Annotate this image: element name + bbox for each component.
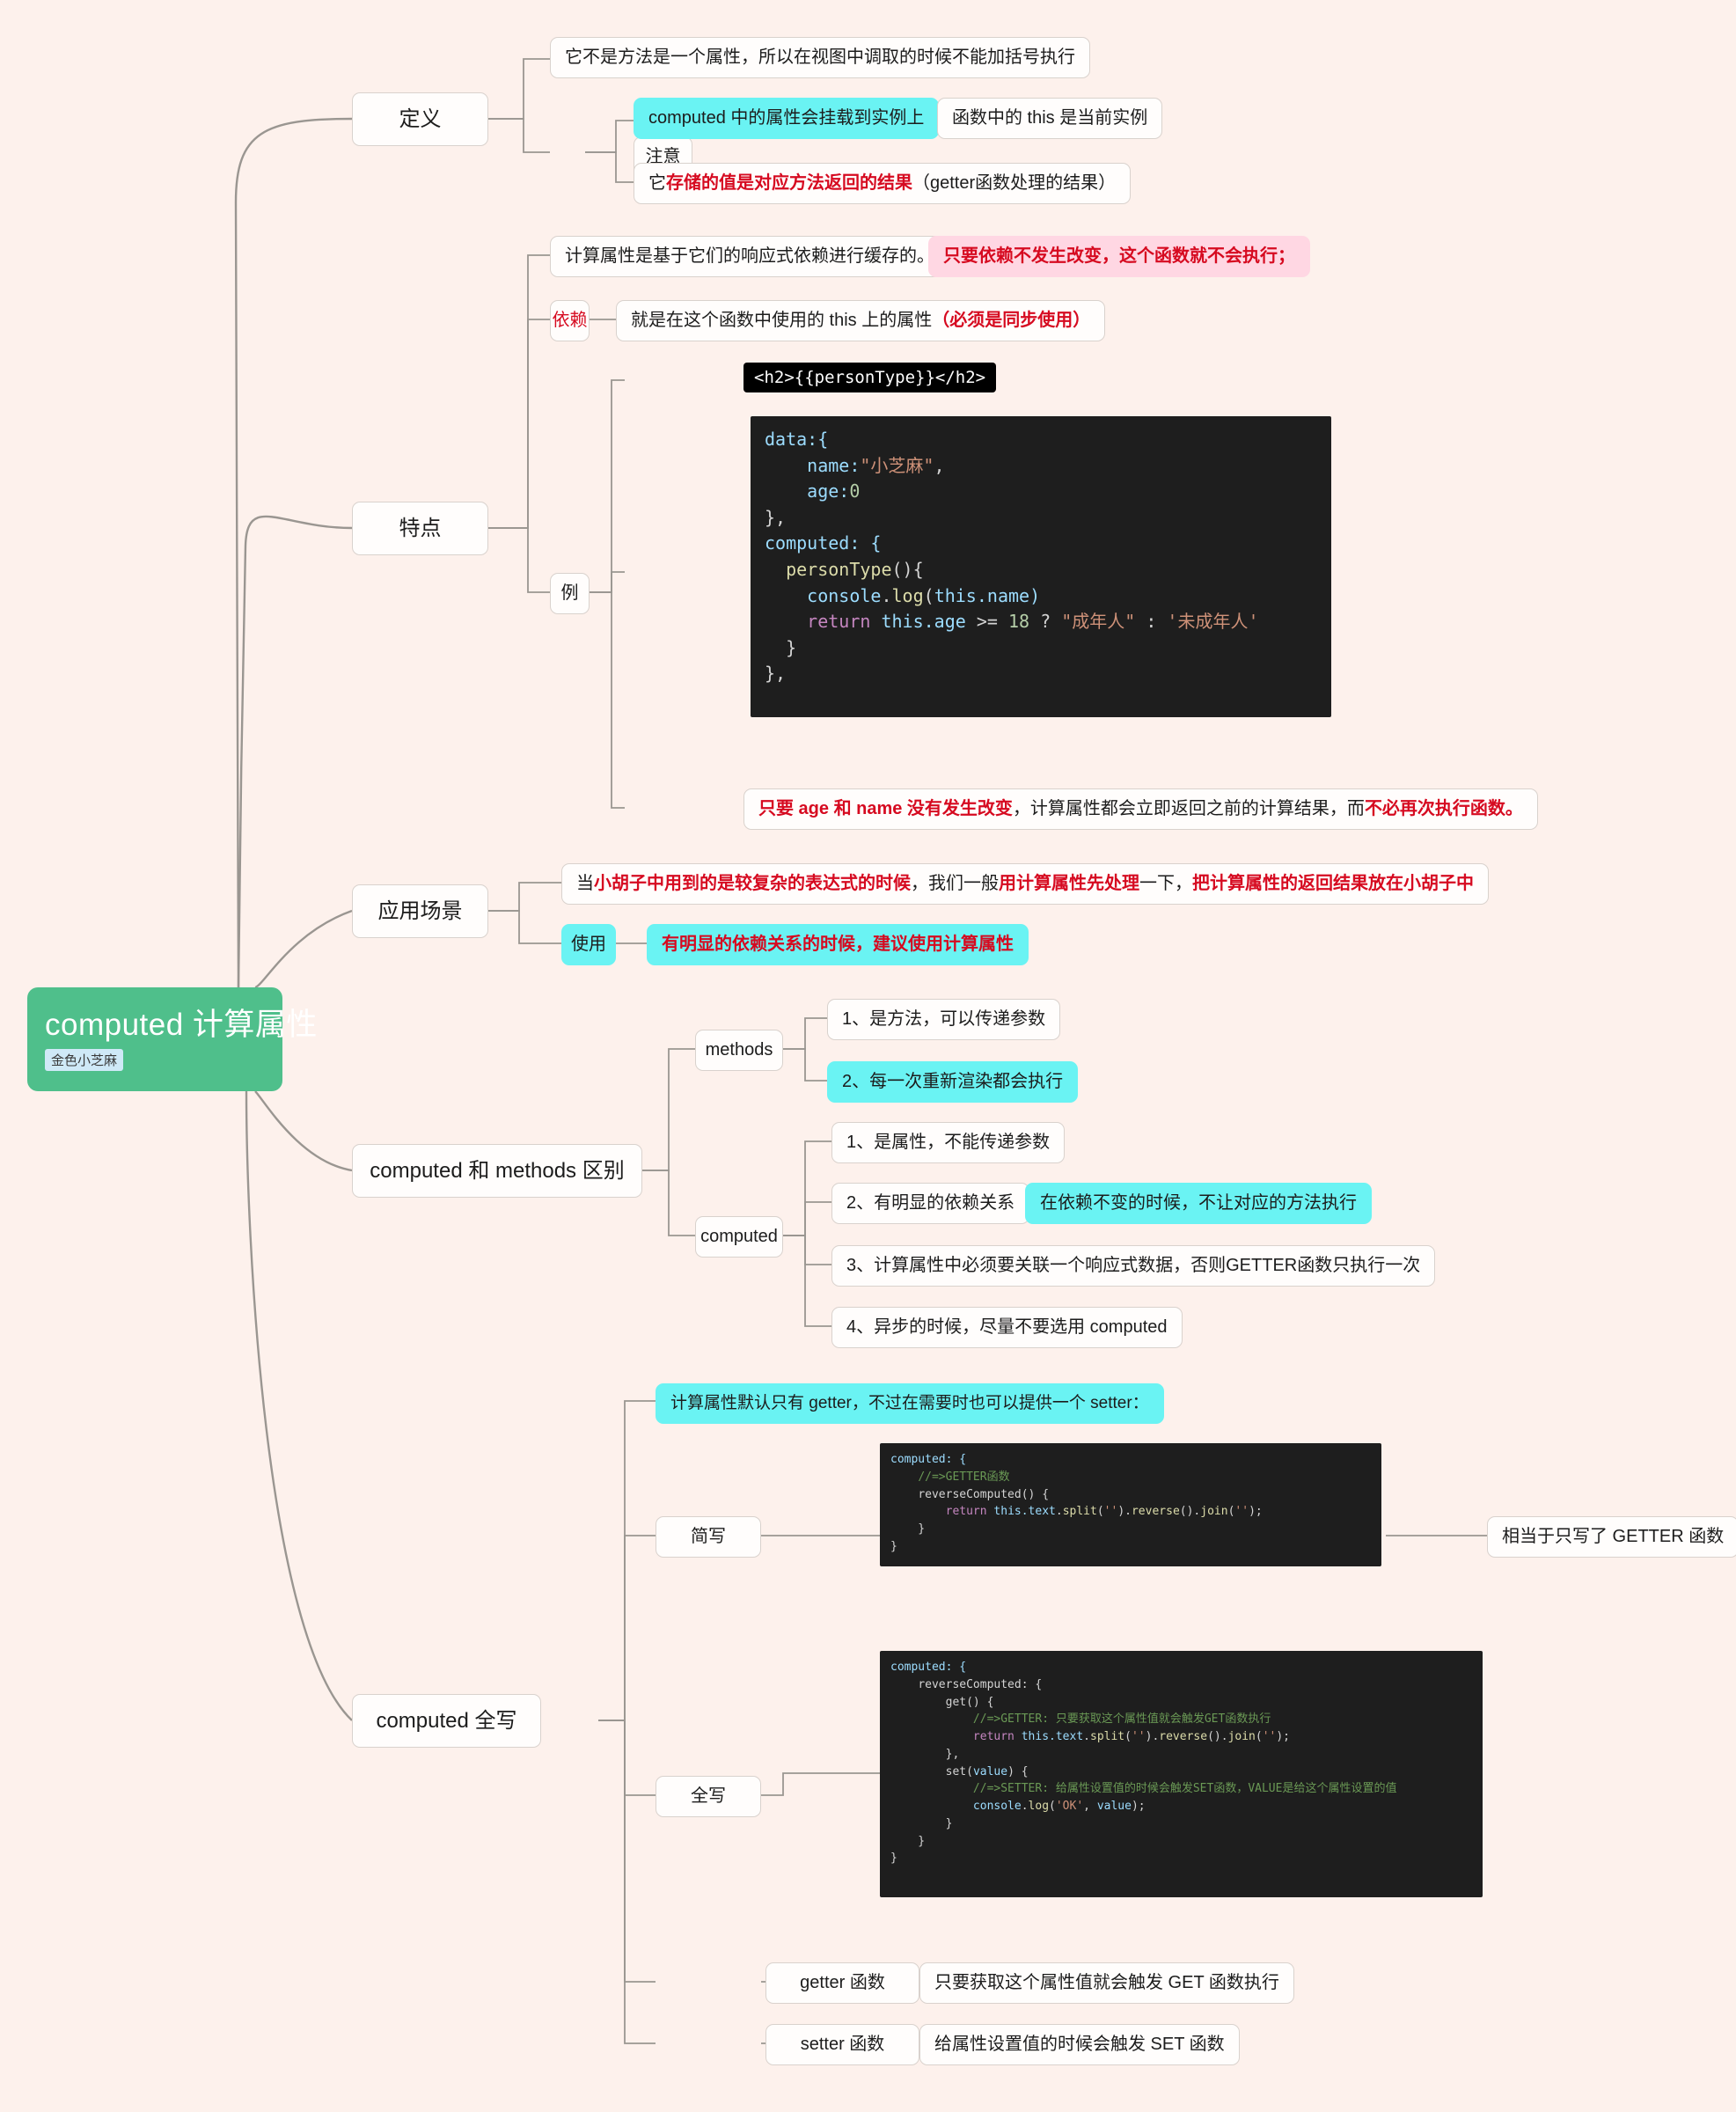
difference-methods-label[interactable]: methods	[695, 1030, 783, 1071]
computed-point-4[interactable]: 4、异步的时候，尽量不要选用 computed	[831, 1307, 1183, 1348]
computed-point-2[interactable]: 2、有明显的依赖关系	[831, 1183, 1030, 1224]
setter-function-detail[interactable]: 给属性设置值的时候会触发 SET 函数	[919, 2024, 1240, 2065]
getter-function-label[interactable]: getter 函数	[765, 1962, 919, 2004]
methods-point-2[interactable]: 2、每一次重新渲染都会执行	[827, 1061, 1079, 1103]
shorthand-note[interactable]: 相当于只写了 GETTER 函数	[1487, 1516, 1736, 1558]
computed-point-3[interactable]: 3、计算属性中必须要关联一个响应式数据，否则GETTER函数只执行一次	[831, 1245, 1436, 1287]
root-subtitle: 金色小芝麻	[45, 1049, 124, 1072]
feature-cached-detail[interactable]: 只要依赖不发生改变，这个函数就不会执行；	[928, 236, 1310, 277]
shorthand-label[interactable]: 简写	[656, 1516, 761, 1558]
example-code-block: data:{ name:"小芝麻", age:0 }, computed: { …	[751, 416, 1331, 717]
difference-computed-label[interactable]: computed	[695, 1216, 783, 1258]
example-template-tag: <h2>{{personType}}</h2>	[743, 363, 997, 392]
setter-function-label[interactable]: setter 函数	[765, 2024, 919, 2065]
mindmap-canvas: computed 计算属性 金色小芝麻 定义 它不是方法是一个属性，所以在视图中…	[0, 0, 1736, 2112]
root-title: computed 计算属性	[45, 1007, 318, 1042]
computed-point-2-detail[interactable]: 在依赖不变的时候，不让对应的方法执行	[1025, 1183, 1372, 1224]
feature-dependency-label[interactable]: 依赖	[550, 300, 590, 341]
definition-item-1[interactable]: 它不是方法是一个属性，所以在视图中调取的时候不能加括号执行	[550, 37, 1090, 78]
feature-cached[interactable]: 计算属性是基于它们的响应式依赖进行缓存的。	[550, 236, 949, 277]
note-item-mounted[interactable]: computed 中的属性会挂载到实例上	[634, 98, 940, 139]
shorthand-code-block: computed: { //=>GETTER函数 reverseComputed…	[880, 1443, 1381, 1566]
branch-features[interactable]: 特点	[352, 502, 488, 555]
methods-point-1[interactable]: 1、是方法，可以传递参数	[827, 999, 1061, 1040]
feature-example-label[interactable]: 例	[550, 573, 590, 614]
fullwrite-code-block: computed: { reverseComputed: { get() { /…	[880, 1651, 1483, 1897]
computed-point-1[interactable]: 1、是属性，不能传递参数	[831, 1122, 1066, 1163]
scenario-usage-label[interactable]: 使用	[561, 924, 616, 965]
note-item-stored-value[interactable]: 它存储的值是对应方法返回的结果 （getter函数处理的结果）	[634, 163, 1132, 204]
fullwrite-label[interactable]: 全写	[656, 1776, 761, 1817]
full-form-intro[interactable]: 计算属性默认只有 getter，不过在需要时也可以提供一个 setter：	[656, 1383, 1164, 1424]
scenario-usage-detail[interactable]: 有明显的依赖关系的时候，建议使用计算属性	[647, 924, 1029, 965]
root-node[interactable]: computed 计算属性 金色小芝麻	[27, 987, 318, 1091]
feature-dependency-detail[interactable]: 就是在这个函数中使用的 this 上的属性 （必须是同步使用）	[616, 300, 1106, 341]
branch-scenarios[interactable]: 应用场景	[352, 884, 488, 938]
feature-summary[interactable]: 只要 age 和 name 没有发生改变 ，计算属性都会立即返回之前的计算结果，而…	[743, 788, 1538, 830]
scenario-mustache[interactable]: 当小胡子中用到的是较复杂的表达式的时候 ，我们一般 用计算属性先处理 一下， 把计算属性…	[561, 863, 1489, 905]
branch-difference[interactable]: computed 和 methods 区别	[352, 1144, 642, 1198]
branch-definition[interactable]: 定义	[352, 92, 488, 146]
branch-full-form[interactable]: computed 全写	[352, 1694, 541, 1748]
note-item-this-instance[interactable]: 函数中的 this 是当前实例	[937, 98, 1163, 139]
getter-function-detail[interactable]: 只要获取这个属性值就会触发 GET 函数执行	[919, 1962, 1294, 2004]
